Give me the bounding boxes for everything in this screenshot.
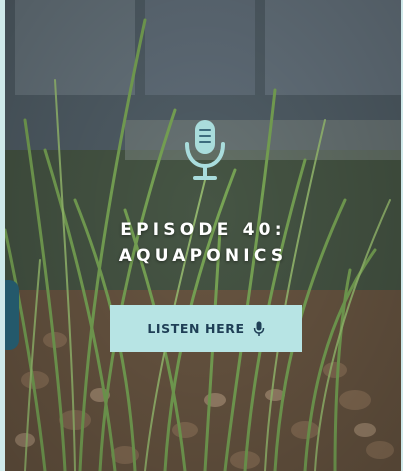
episode-title-line2: AQUAPONICS [118,246,288,266]
microphone-icon [185,120,225,180]
listen-here-button[interactable]: LISTEN HERE [110,305,302,352]
podcast-episode-card: EPISODE 40: AQUAPONICS LISTEN HERE [5,0,401,471]
decorative-blob [5,280,19,350]
listen-here-label: LISTEN HERE [147,321,245,336]
episode-title-line1: EPISODE 40: [120,220,286,240]
microphone-icon [253,321,264,336]
